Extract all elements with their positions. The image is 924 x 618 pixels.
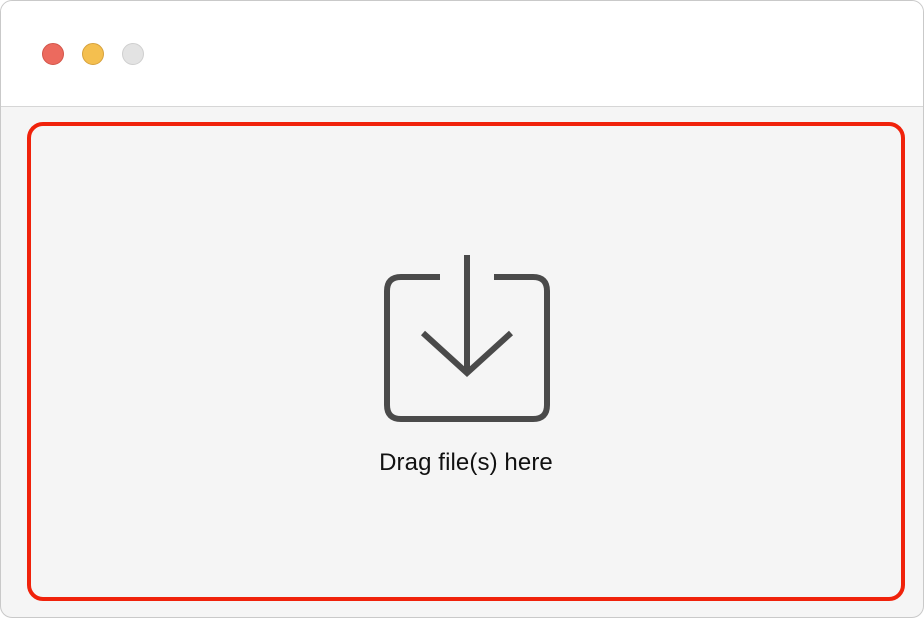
minimize-window-button[interactable] [82, 43, 104, 65]
file-drop-zone[interactable]: Drag file(s) here [27, 122, 905, 601]
app-window: Drag file(s) here [0, 0, 924, 618]
tray-download-icon [384, 255, 550, 422]
title-bar [1, 1, 923, 107]
close-window-button[interactable] [42, 43, 64, 65]
zoom-window-button[interactable] [122, 43, 144, 65]
drop-zone-label: Drag file(s) here [379, 449, 553, 476]
